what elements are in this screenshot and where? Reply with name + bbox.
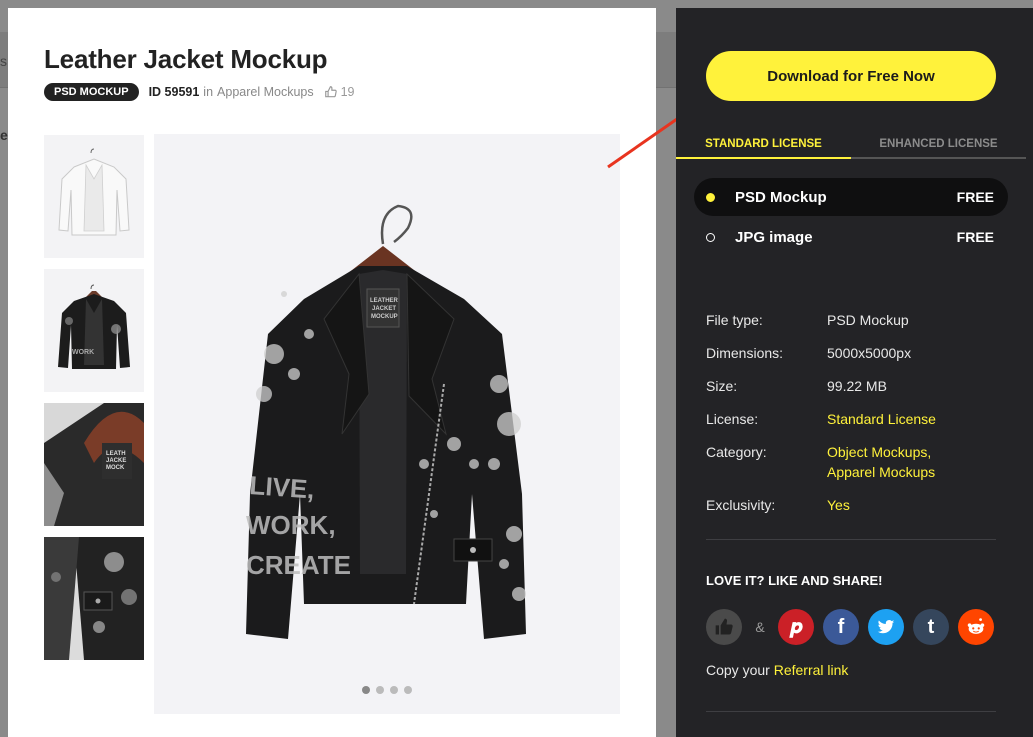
category-link[interactable]: Apparel Mockups [217,85,314,99]
carousel-dot[interactable] [362,686,370,694]
type-badge[interactable]: PSD MOCKUP [44,83,139,101]
tab-enhanced-license[interactable]: ENHANCED LICENSE [851,138,1026,159]
svg-text:JACKET: JACKET [372,306,396,312]
carousel-dots [154,686,620,694]
main-product-image[interactable]: LEATHER JACKET MOCKUP LIVE, WORK, CREATE [154,134,620,714]
product-title: Leather Jacket Mockup [44,44,328,74]
license-tabs: STANDARD LICENSE ENHANCED LICENSE [676,138,1026,159]
download-panel: Download for Free Now STANDARD LICENSE E… [676,8,1033,737]
option-psd-mockup[interactable]: PSD Mockup FREE [694,178,1008,216]
category-link-apparel[interactable]: Apparel Mockups [827,462,935,482]
social-share-row: & 𝒑 f t [706,609,994,645]
share-title: LOVE IT? LIKE AND SHARE! [706,573,883,588]
option-jpg-image[interactable]: JPG image FREE [694,218,1008,256]
thumbnail-white-jacket[interactable] [44,135,144,258]
option-name: PSD Mockup [735,188,827,206]
referral-line: Copy your Referral link [706,662,848,678]
thumbs-up-icon [715,618,733,635]
facebook-icon: f [837,615,845,638]
file-details: File type: PSD Mockup Dimensions: 5000x5… [706,310,996,528]
license-link[interactable]: Standard License [827,409,936,429]
carousel-dot[interactable] [376,686,384,694]
svg-text:WORK: WORK [72,349,94,356]
twitter-icon [877,620,895,634]
svg-text:MOCK: MOCK [106,465,125,471]
download-button[interactable]: Download for Free Now [706,51,996,101]
detail-dimensions: Dimensions: 5000x5000px [706,343,996,363]
product-id: ID 59591 [148,85,200,99]
format-options: PSD Mockup FREE JPG image FREE [694,178,1008,258]
option-price: FREE [956,229,994,245]
thumbnail-sleeve-closeup[interactable] [44,537,144,660]
tab-standard-license[interactable]: STANDARD LICENSE [676,138,851,159]
like-button[interactable] [706,609,742,645]
svg-text:JACKE: JACKE [106,458,126,464]
radio-selected-icon [706,192,715,202]
radio-empty-icon [706,232,715,242]
twitter-share-button[interactable] [868,609,904,645]
background-text-fragment: s [0,53,7,69]
detail-label: Size: [706,378,738,394]
tumblr-share-button[interactable]: t [913,609,949,645]
divider [706,711,996,712]
detail-size: Size: 99.22 MB [706,376,996,396]
detail-value: 99.22 MB [827,378,887,394]
detail-label: Dimensions: [706,345,784,361]
detail-label: License: [706,411,759,427]
ampersand: & [755,619,765,635]
facebook-share-button[interactable]: f [823,609,859,645]
detail-license: License: Standard License [706,409,996,429]
likes-counter[interactable]: 19 [324,85,355,99]
detail-exclusivity: Exclusivity: Yes [706,495,996,515]
divider [706,539,996,540]
detail-category: Category: Object Mockups, Apparel Mockup… [706,442,996,482]
detail-file-type: File type: PSD Mockup [706,310,996,330]
detail-value: PSD Mockup [827,312,909,328]
option-name: JPG image [735,228,813,246]
carousel-dot[interactable] [404,686,412,694]
thumbs-up-icon [324,86,337,98]
svg-text:LIVE,: LIVE, [249,470,316,504]
thumbnail-list: WORK LEATH JACKE MOCK [44,135,144,671]
referral-link[interactable]: Referral link [774,662,849,678]
svg-text:WORK,: WORK, [246,510,336,540]
product-id-line: ID 59591 in Apparel Mockups [149,85,314,99]
detail-label: Exclusivity: [706,497,776,513]
carousel-dot[interactable] [390,686,398,694]
reddit-share-button[interactable] [958,609,994,645]
product-preview-panel: Leather Jacket Mockup PSD MOCKUP ID 5959… [8,8,656,737]
product-meta: PSD MOCKUP ID 59591 in Apparel Mockups 1… [44,83,355,101]
tumblr-icon: t [927,615,935,638]
exclusivity-value[interactable]: Yes [827,495,850,515]
category-values: Object Mockups, Apparel Mockups [827,442,935,482]
svg-text:CREATE: CREATE [246,550,351,580]
svg-text:MOCKUP: MOCKUP [371,314,398,320]
pinterest-share-button[interactable]: 𝒑 [778,609,814,645]
reddit-icon [967,618,985,634]
in-label: in [203,85,214,99]
referral-prefix: Copy your [706,662,770,678]
jacket-image: LEATHER JACKET MOCKUP LIVE, WORK, CREATE [246,204,526,639]
pinterest-icon: 𝒑 [789,615,803,638]
thumbnail-label-closeup[interactable]: LEATH JACKE MOCK [44,403,144,526]
category-link-object[interactable]: Object Mockups, [827,442,935,462]
detail-value: 5000x5000px [827,345,912,361]
svg-text:LEATH: LEATH [106,451,126,457]
thumbnail-black-jacket[interactable]: WORK [44,269,144,392]
detail-label: File type: [706,312,763,328]
likes-count: 19 [340,85,355,99]
detail-label: Category: [706,444,767,460]
option-price: FREE [956,189,994,205]
svg-text:LEATHER: LEATHER [370,298,399,304]
